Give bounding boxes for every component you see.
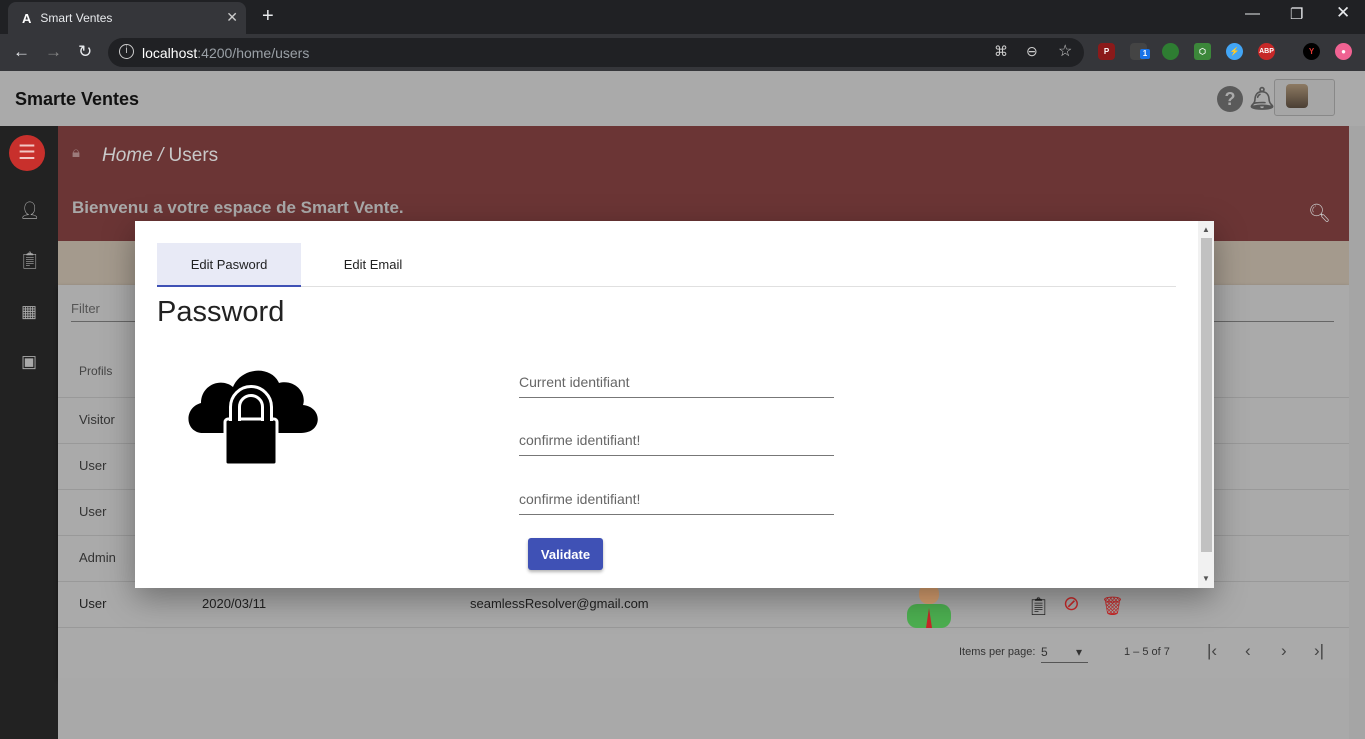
filter-input[interactable]: Filter xyxy=(71,301,100,316)
pdf-extension-icon[interactable]: P xyxy=(1098,43,1115,60)
tab-edit-password[interactable]: Edit Pasword xyxy=(157,243,301,287)
validate-button[interactable]: Validate xyxy=(528,538,603,570)
dialog-scrollbar[interactable]: ▲ ▼ xyxy=(1198,221,1214,588)
page-bottom xyxy=(58,678,1349,739)
breadcrumb: Home / Users xyxy=(102,145,218,167)
forward-icon[interactable]: → xyxy=(45,42,62,62)
prev-page-icon[interactable]: ‹ xyxy=(1245,641,1251,661)
breadcrumb-sep: / xyxy=(152,145,169,166)
info-icon[interactable]: i xyxy=(119,44,134,59)
avatar-button[interactable] xyxy=(1274,79,1335,116)
lock-small-icon: 🔒︎ xyxy=(72,144,80,161)
edit-dialog: Edit Pasword Edit Email Password Current… xyxy=(135,221,1214,588)
profil-cell: User xyxy=(79,596,107,611)
tab-edit-email[interactable]: Edit Email xyxy=(301,243,445,286)
page-scrollbar[interactable] xyxy=(1349,126,1365,739)
url-input[interactable]: i localhost:4200/home/users ⌘ ⊖ ☆ xyxy=(108,38,1084,67)
address-bar: ← → ↻ i localhost:4200/home/users ⌘ ⊖ ☆ … xyxy=(0,34,1365,71)
bell-icon[interactable]: 🔔︎ xyxy=(1248,86,1276,112)
colorful-extension-icon[interactable] xyxy=(1162,43,1179,60)
bookmark-star-icon[interactable]: ☆ xyxy=(1058,41,1072,61)
search-icon[interactable]: 🔍︎ xyxy=(1308,203,1331,224)
minimize-icon[interactable]: — xyxy=(1245,5,1260,22)
scroll-thumb[interactable] xyxy=(1201,238,1212,552)
profil-cell: User xyxy=(79,458,107,473)
user-avatar-image xyxy=(907,584,951,628)
extension-box-icon[interactable]: 1 xyxy=(1130,43,1150,60)
range-label: 1 – 5 of 7 xyxy=(1124,646,1170,658)
browser-tab-strip: A Smart Ventes ✕ + — ❐ ✕ xyxy=(0,0,1365,34)
dialog-tab-bar: Edit Pasword Edit Email xyxy=(157,243,1176,287)
breadcrumb-current: Users xyxy=(168,145,219,166)
browser-tab[interactable]: A Smart Ventes ✕ xyxy=(8,2,246,34)
app-header: Smarte Ventes ? 🔔︎ xyxy=(0,71,1365,126)
breadcrumb-home[interactable]: Home xyxy=(102,145,153,166)
reload-icon[interactable]: ↻ xyxy=(78,42,92,62)
close-window-icon[interactable]: ✕ xyxy=(1336,3,1350,23)
help-icon[interactable]: ? xyxy=(1217,86,1243,112)
contact-card-icon[interactable]: ▣ xyxy=(19,352,39,372)
email-cell: seamlessResolver@gmail.com xyxy=(470,596,649,611)
node-extension-icon[interactable]: ⬡ xyxy=(1194,43,1211,60)
scroll-up-icon[interactable]: ▲ xyxy=(1202,225,1210,234)
app-brand: Smarte Ventes xyxy=(15,89,140,109)
yandex-extension-icon[interactable]: Y xyxy=(1303,43,1320,60)
blue-extension-icon[interactable]: ⚡ xyxy=(1226,43,1243,60)
restore-icon[interactable]: ❐ xyxy=(1290,5,1303,23)
close-tab-icon[interactable]: ✕ xyxy=(226,9,238,26)
profil-cell: User xyxy=(79,504,107,519)
profil-cell: Admin xyxy=(79,550,116,565)
dialog-title: Password xyxy=(157,296,285,328)
building-icon[interactable]: ▦ xyxy=(19,302,39,322)
clipboard-icon[interactable]: 📋︎ xyxy=(19,251,41,271)
block-icon[interactable]: ⊘ xyxy=(1063,591,1080,616)
ext-badge: 1 xyxy=(1140,49,1150,59)
items-per-page-label: Items per page: xyxy=(959,646,1036,658)
dropdown-arrow-icon: ▾ xyxy=(1076,645,1083,659)
last-page-icon[interactable]: ›| xyxy=(1314,641,1324,661)
avatar xyxy=(1286,84,1308,108)
sidebar: ☰ 👤︎ 📋︎ ▦ ▣ xyxy=(0,126,58,739)
delete-icon[interactable]: 🗑︎ xyxy=(1101,596,1124,617)
tab-title: Smart Ventes xyxy=(40,11,113,25)
url-path: :4200/home/users xyxy=(197,44,310,61)
cloud-lock-icon xyxy=(188,370,318,467)
menu-icon[interactable]: ☰ xyxy=(9,135,45,171)
current-identifiant-field[interactable]: Current identifiant xyxy=(519,365,834,398)
assignment-check-icon[interactable]: 📋︎ xyxy=(1027,596,1050,617)
date-cell: 2020/03/11 xyxy=(202,596,267,611)
welcome-text: Bienvenu a votre espace de Smart Vente. xyxy=(72,198,404,217)
zoom-icon[interactable]: ⊖ xyxy=(1026,43,1038,60)
paginator: Items per page: 5 ▾ 1 – 5 of 7 |‹ ‹ › ›| xyxy=(58,636,1349,676)
angular-favicon-icon: A xyxy=(22,10,32,26)
profile-extension-icon[interactable]: ● xyxy=(1335,43,1352,60)
page-size-value: 5 xyxy=(1041,645,1048,659)
page-size-select[interactable]: 5 ▾ xyxy=(1041,645,1088,663)
user-icon[interactable]: 👤︎ xyxy=(19,201,41,221)
scroll-down-icon[interactable]: ▼ xyxy=(1202,574,1210,583)
profil-cell: Visitor xyxy=(79,412,115,427)
first-page-icon[interactable]: |‹ xyxy=(1207,641,1217,661)
translate-icon[interactable]: ⌘ xyxy=(994,43,1008,60)
confirm-identifiant-field-2[interactable]: confirme identifiant! xyxy=(519,482,834,515)
next-page-icon[interactable]: › xyxy=(1281,641,1287,661)
table-row: User 2020/03/11 seamlessResolver@gmail.c… xyxy=(58,582,1349,628)
url-host: localhost xyxy=(142,44,198,61)
confirm-identifiant-field[interactable]: confirme identifiant! xyxy=(519,423,834,456)
new-tab-button[interactable]: + xyxy=(262,5,274,28)
back-icon[interactable]: ← xyxy=(13,42,30,62)
adblock-icon[interactable]: ABP xyxy=(1258,43,1275,60)
